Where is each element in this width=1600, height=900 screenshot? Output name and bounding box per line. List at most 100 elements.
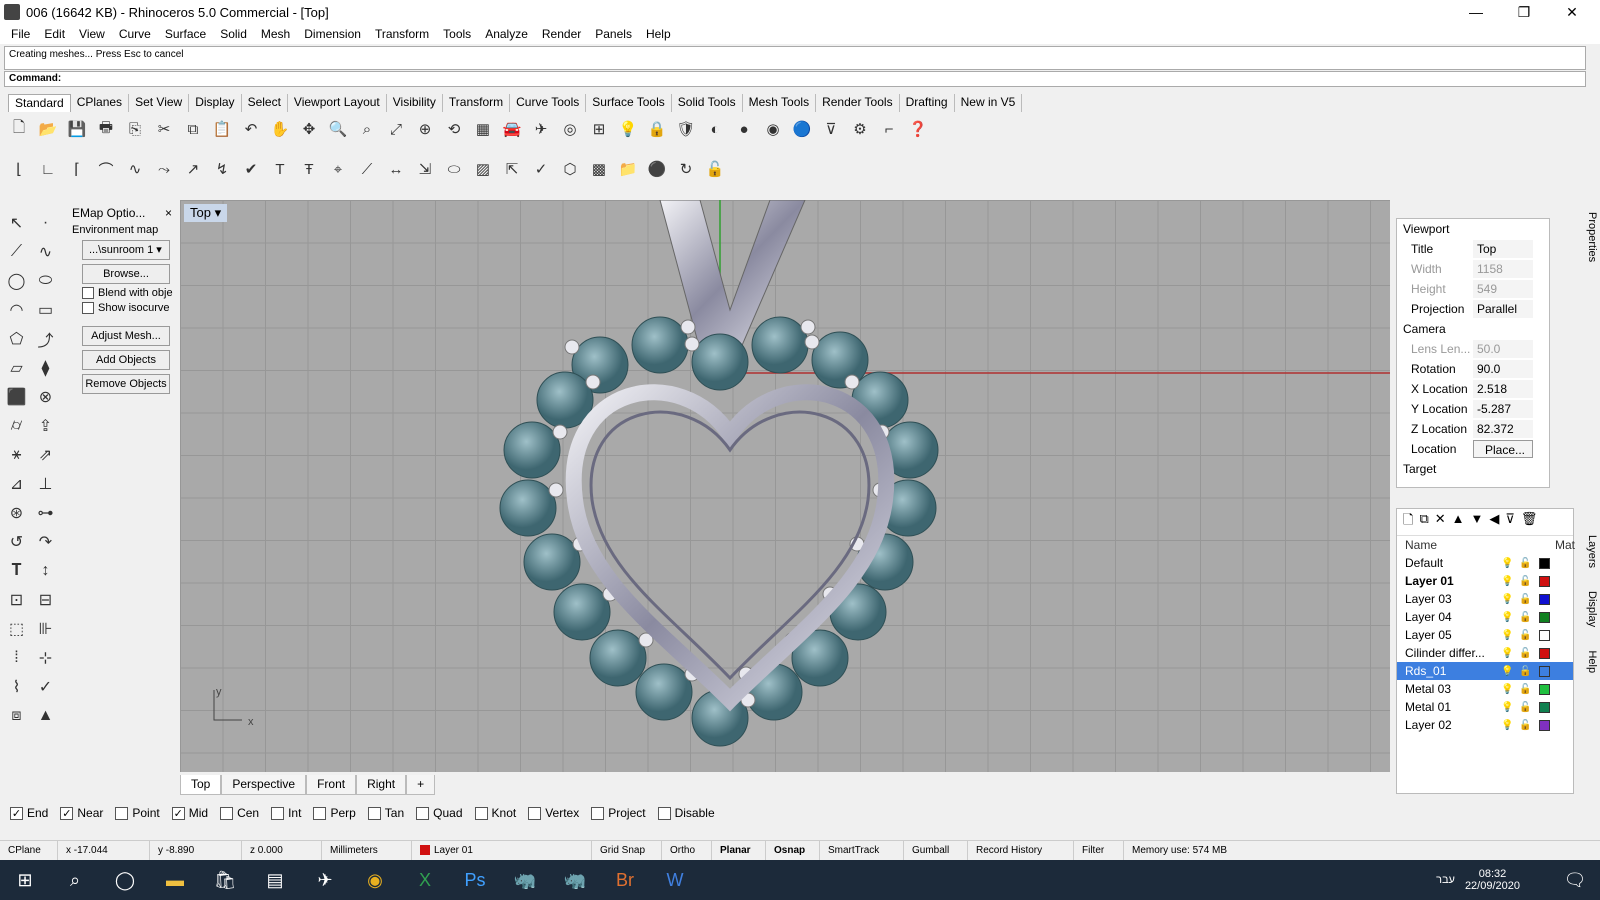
rectangle-icon[interactable]: ▭ bbox=[31, 295, 60, 324]
visibility-bulb-icon[interactable]: 💡 bbox=[1501, 594, 1513, 605]
point-icon[interactable]: · bbox=[31, 208, 60, 237]
checkbox-box[interactable] bbox=[367, 806, 381, 820]
checkbox-box[interactable] bbox=[220, 806, 234, 820]
menu-surface[interactable]: Surface bbox=[158, 27, 213, 41]
open-folder-icon[interactable]: 📂 bbox=[35, 116, 61, 142]
tab-front-viewport[interactable]: Front bbox=[306, 775, 357, 795]
zoom-selected-icon[interactable]: ⊕ bbox=[412, 116, 438, 142]
rendered-sphere-icon[interactable]: ◉ bbox=[760, 116, 786, 142]
layer-color-swatch[interactable] bbox=[1539, 665, 1550, 677]
layer-row[interactable]: Rds_01 💡 🔓 bbox=[1397, 662, 1573, 680]
layer-color-swatch[interactable] bbox=[1539, 647, 1550, 659]
group-icon[interactable]: ⊛ bbox=[2, 498, 31, 527]
layer-row[interactable]: Layer 03 💡 🔓 bbox=[1397, 590, 1573, 608]
osnap-end-checkbox[interactable]: ✓ End bbox=[10, 806, 48, 820]
revolve-icon[interactable]: ↻ bbox=[673, 156, 699, 182]
mesh-icon[interactable]: ⧈ bbox=[2, 701, 31, 730]
chrome-icon[interactable]: ◉ bbox=[350, 860, 400, 900]
visibility-bulb-icon[interactable]: 💡 bbox=[1501, 648, 1513, 659]
osnap-perp-checkbox[interactable]: Perp bbox=[313, 806, 356, 820]
lock-toggle-icon[interactable]: 🔓 bbox=[1519, 648, 1531, 659]
polygon-icon[interactable]: ⬠ bbox=[2, 324, 31, 353]
notifications-icon[interactable]: 🗨 bbox=[1550, 860, 1600, 900]
menu-curve[interactable]: Curve bbox=[112, 27, 158, 41]
checkbox-box[interactable] bbox=[416, 806, 430, 820]
side-tab-display[interactable]: Display bbox=[1586, 591, 1598, 627]
check-icon[interactable]: ✓ bbox=[528, 156, 554, 182]
render-box-icon[interactable]: ⬚ bbox=[2, 614, 31, 643]
isocurve-checkbox-box[interactable] bbox=[82, 302, 94, 314]
render-cone-icon[interactable]: ▲ bbox=[31, 701, 60, 730]
print-icon[interactable]: 🖶 bbox=[93, 116, 119, 142]
bridge-icon[interactable]: Br bbox=[600, 860, 650, 900]
transform-icon[interactable]: ⚹ bbox=[2, 440, 31, 469]
layer-row[interactable]: Layer 04 💡 🔓 bbox=[1397, 608, 1573, 626]
add-objects-button[interactable]: Add Objects bbox=[82, 350, 170, 370]
layer-name[interactable]: Layer 03 bbox=[1405, 592, 1501, 606]
menu-view[interactable]: View bbox=[72, 27, 112, 41]
layer-row[interactable]: Layer 01 💡 🔓 bbox=[1397, 572, 1573, 590]
side-tab-help[interactable]: Help bbox=[1586, 650, 1598, 673]
tab-mesh-tools[interactable]: Mesh Tools bbox=[743, 94, 817, 112]
osnap-quad-checkbox[interactable]: Quad bbox=[416, 806, 463, 820]
app-icon-1[interactable]: ▤ bbox=[250, 860, 300, 900]
text-object-icon[interactable]: Ŧ bbox=[296, 156, 322, 182]
move-up-icon[interactable]: ▲ bbox=[1452, 511, 1465, 533]
cut-icon[interactable]: ✂ bbox=[151, 116, 177, 142]
isocurve-checkbox[interactable]: Show isocurve bbox=[82, 302, 176, 314]
select-arrow-icon[interactable]: ↖ bbox=[2, 208, 31, 237]
fillet-icon[interactable]: ↯ bbox=[209, 156, 235, 182]
menu-help[interactable]: Help bbox=[639, 27, 678, 41]
tab-display[interactable]: Display bbox=[189, 94, 242, 112]
check-tool-icon[interactable]: ✓ bbox=[31, 672, 60, 701]
status-layer[interactable]: Layer 01 bbox=[412, 840, 592, 861]
filter-icon[interactable]: ⊽ bbox=[818, 116, 844, 142]
side-tab-layers[interactable]: Layers bbox=[1586, 535, 1598, 568]
curve-icon[interactable]: ⌒ bbox=[93, 156, 119, 182]
lock-toggle-icon[interactable]: 🔓 bbox=[1519, 666, 1531, 677]
layer-color-swatch[interactable] bbox=[1539, 683, 1550, 695]
checkbox-box[interactable]: ✓ bbox=[60, 806, 74, 820]
extrude-icon[interactable]: ⇪ bbox=[31, 411, 60, 440]
status-units[interactable]: Millimeters bbox=[322, 840, 412, 861]
lock-toggle-icon[interactable]: 🔓 bbox=[1519, 594, 1531, 605]
close-button[interactable]: ✕ bbox=[1548, 0, 1596, 24]
paste-icon[interactable]: 📋 bbox=[209, 116, 235, 142]
layer-filter-icon[interactable]: ⊽ bbox=[1505, 511, 1515, 533]
arc-icon[interactable]: ◠ bbox=[2, 295, 31, 324]
tab-new-in-v5[interactable]: New in V5 bbox=[955, 94, 1023, 112]
undo-icon[interactable]: ↶ bbox=[238, 116, 264, 142]
curve-from-object-icon[interactable]: ⤴ bbox=[31, 324, 60, 353]
text-tool-icon[interactable]: 𝐓 bbox=[2, 556, 31, 585]
split-icon[interactable]: ↷ bbox=[31, 527, 60, 556]
tab-perspective-viewport[interactable]: Perspective bbox=[221, 775, 307, 795]
dimension-linear-icon[interactable]: ↔ bbox=[383, 156, 409, 182]
osnap-near-checkbox[interactable]: ✓ Near bbox=[60, 806, 103, 820]
solid-box-icon[interactable]: ⬛ bbox=[2, 382, 31, 411]
checkbox-box[interactable]: ✓ bbox=[171, 806, 185, 820]
save-icon[interactable]: 💾 bbox=[64, 116, 90, 142]
tab-curve-tools[interactable]: Curve Tools bbox=[510, 94, 587, 112]
osnap-disable-checkbox[interactable]: Disable bbox=[657, 806, 715, 820]
join-icon[interactable]: ⊶ bbox=[31, 498, 60, 527]
layer-color-swatch[interactable] bbox=[1539, 701, 1550, 713]
checkbox-box[interactable] bbox=[271, 806, 285, 820]
osnap-project-checkbox[interactable]: Project bbox=[591, 806, 646, 820]
top-viewport[interactable]: Top ▾ y x bbox=[180, 200, 1390, 772]
layer-row[interactable]: Default 💡 🔓 bbox=[1397, 554, 1573, 572]
render-icon[interactable]: 🔵 bbox=[789, 116, 815, 142]
tab-transform[interactable]: Transform bbox=[443, 94, 511, 112]
visibility-bulb-icon[interactable]: 💡 bbox=[1501, 720, 1513, 731]
material-icon[interactable]: 🛡 bbox=[673, 116, 699, 142]
filter-toggle[interactable]: Filter bbox=[1074, 840, 1124, 861]
osnap-knot-checkbox[interactable]: Knot bbox=[474, 806, 516, 820]
polyline-icon[interactable]: ⌊ bbox=[6, 156, 32, 182]
circle-icon[interactable]: ◯ bbox=[2, 266, 31, 295]
sphere-icon[interactable]: ⚫ bbox=[644, 156, 670, 182]
tab-drafting[interactable]: Drafting bbox=[900, 94, 955, 112]
folder-icon[interactable]: 📁 bbox=[615, 156, 641, 182]
layer-color-swatch[interactable] bbox=[1539, 719, 1550, 731]
visibility-bulb-icon[interactable]: 💡 bbox=[1501, 684, 1513, 695]
lock-toggle-icon[interactable]: 🔓 bbox=[1519, 558, 1531, 569]
add-viewport-tab-icon[interactable]: + bbox=[406, 775, 436, 795]
